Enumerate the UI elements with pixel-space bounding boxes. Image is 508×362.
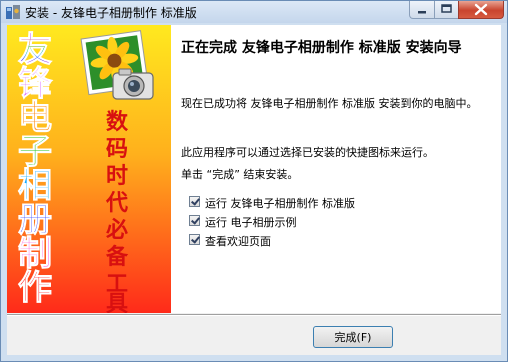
minimize-icon [418,11,426,14]
footer-separator [7,314,501,316]
minimize-button[interactable] [409,1,435,19]
run-sample-checkbox[interactable] [189,215,200,226]
wizard-client-area: 友 锋 电 子 相 册 制 作 数 码 时 代 必 备 工 具 正在完成 友锋电… [7,25,501,355]
close-button[interactable] [458,1,504,19]
banner-title-char: 作 [18,268,52,308]
run-program-checkbox[interactable] [189,196,200,207]
banner-subtitle-char: 必 [106,217,128,243]
banner-subtitle-char: 具 [106,291,128,313]
installer-app-icon [6,5,20,19]
banner-subtitle-char: 码 [106,136,128,162]
run-sample-label[interactable]: 运行 电子相册示例 [205,214,297,230]
maximize-button[interactable] [434,1,459,19]
photo-camera-icon [80,30,154,100]
wizard-content: 正在完成 友锋电子相册制作 标准版 安装向导 现在已成功将 友锋电子相册制作 标… [171,25,501,313]
page-title: 正在完成 友锋电子相册制作 标准版 安装向导 [181,40,462,56]
banner-subtitle-char: 代 [105,190,128,216]
banner-title-chars: 友 锋 电 子 相 册 制 作 [18,30,54,309]
window-title: 安装 - 友锋电子相册制作 标准版 [25,6,197,20]
banner-subtitle-chars: 数 码 时 代 必 备 工 具 [105,109,129,313]
finish-instruction: 单击 “完成” 结束安装。 [181,168,299,181]
banner-subtitle-char: 数 [106,109,129,135]
view-welcome-label[interactable]: 查看欢迎页面 [205,233,271,249]
success-message: 现在已成功将 友锋电子相册制作 标准版 安装到你的电脑中。 [181,97,478,110]
run-program-label[interactable]: 运行 友锋电子相册制作 标准版 [205,195,355,211]
view-welcome-checkbox[interactable] [189,234,200,245]
close-icon [474,3,488,16]
shortcut-message: 此应用程序可以通过选择已安装的快捷图标来运行。 [181,146,434,159]
banner-subtitle-char: 时 [106,163,128,189]
maximize-icon [441,4,452,13]
banner-subtitle-char: 备 [105,244,129,270]
finish-button[interactable]: 完成(F) [313,326,393,348]
wizard-banner: 友 锋 电 子 相 册 制 作 数 码 时 代 必 备 工 具 [7,25,171,313]
installer-window: 安装 - 友锋电子相册制作 标准版 友 锋 电 子 相 册 制 作 数 码 时 … [0,0,508,362]
title-bar[interactable]: 安装 - 友锋电子相册制作 标准版 [1,1,507,23]
